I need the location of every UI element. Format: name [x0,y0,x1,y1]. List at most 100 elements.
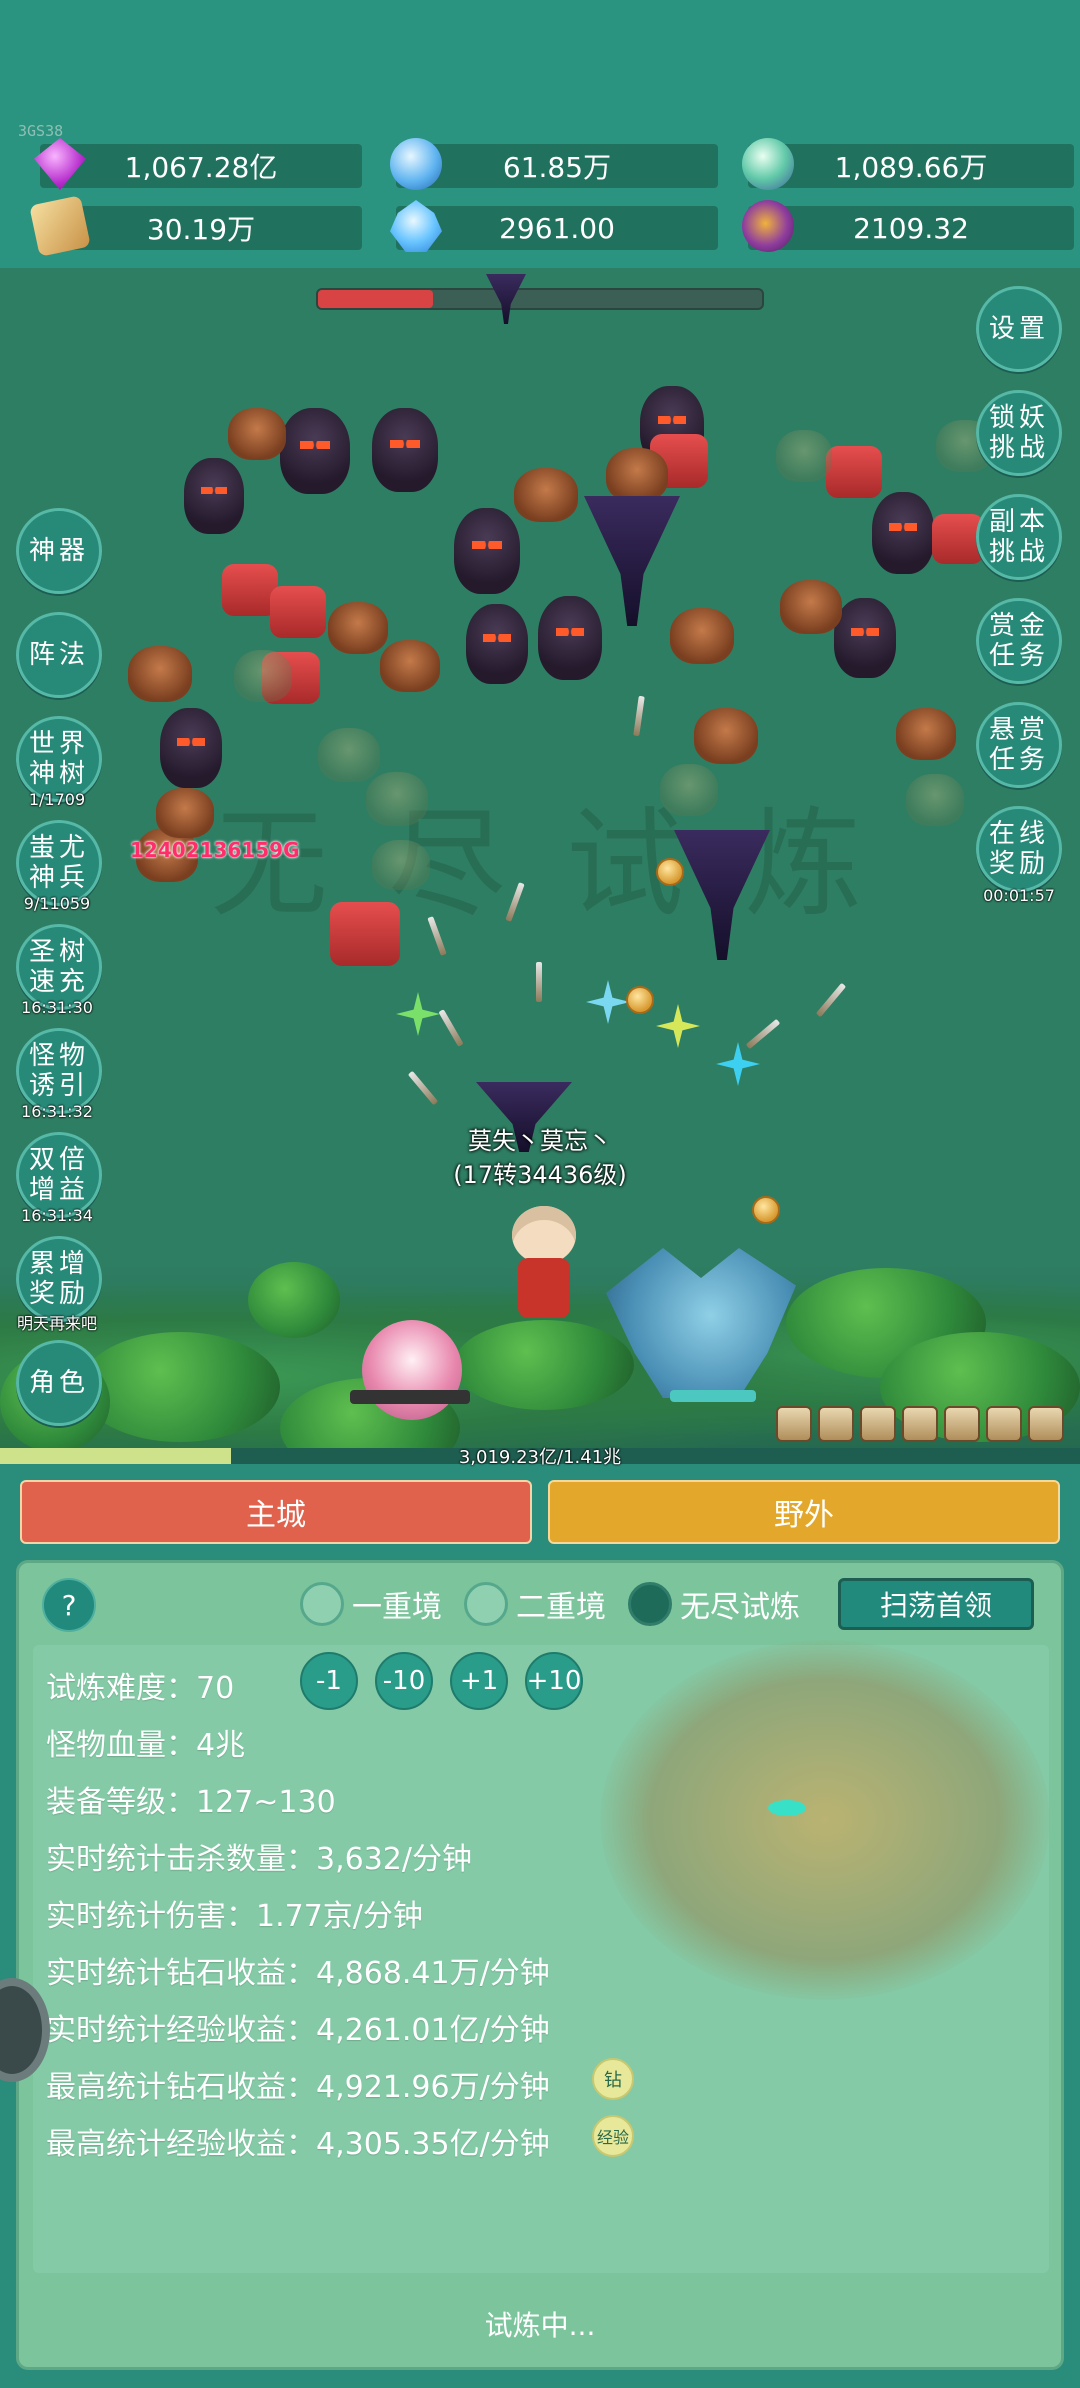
stat-damage-per-minute: 实时统计伤害：1.77京/分钟 [46,1899,423,1934]
stat-monster-hp: 怪物血量：4兆 [46,1728,246,1763]
dark-demon-monster [372,408,438,492]
difficulty-label: 试炼难度： [46,1671,196,1706]
hero-hp-bar [670,1390,756,1402]
exp-tag-badge[interactable]: 经验 [592,2115,634,2157]
exp-text: 3,019.23亿/1.41兆 [458,1447,622,1468]
difficulty-plus-1-button[interactable]: +1 [450,1652,508,1710]
red-block-monster [270,586,326,638]
ghost-monster [372,840,430,890]
difficulty-minus-1-button[interactable]: -1 [300,1652,358,1710]
dagger-projectile [438,1009,464,1047]
buff-icon[interactable] [986,1406,1022,1442]
resource-bag[interactable]: 2109.32 [742,200,1074,252]
beast-monster [780,580,842,634]
menu-character-button[interactable]: 角色 [16,1340,102,1426]
beast-monster [128,646,192,702]
shuriken-projectile [656,1004,700,1048]
ghost-monster [660,764,718,816]
tree-boost-timer: 16:31:30 [21,998,93,1017]
bunny-girl-pet [362,1320,462,1420]
tab-wilderness[interactable]: 野外 [548,1480,1060,1544]
shuriken-projectile [586,980,630,1024]
beast-monster [328,602,388,654]
ghost-monster [906,774,964,826]
mode-radio-first-realm[interactable]: 一重境 [300,1580,442,1628]
resource-value: 1,067.28亿 [124,151,278,184]
radio-dot-selected [628,1582,672,1626]
buff-icon[interactable] [1028,1406,1064,1442]
dark-demon-monster [834,598,896,678]
difficulty-minus-10-button[interactable]: -10 [375,1652,433,1710]
online-reward-button[interactable]: 在线奖励 [976,806,1062,892]
buff-icon[interactable] [944,1406,980,1442]
sweep-boss-button[interactable]: 扫荡首领 [838,1578,1034,1630]
tiger-illustration [600,1640,1050,2000]
coin-drop [752,1196,780,1224]
resource-crystal[interactable]: 61.85万 [390,138,718,190]
dark-demon-monster [160,708,222,788]
double-buff-timer: 16:31:34 [21,1206,93,1225]
hero-character [500,1206,590,1326]
damage-number: 12402136159G [130,838,300,862]
resource-scroll[interactable]: 30.19万 [29,195,362,257]
red-block-monster [330,902,400,966]
stat-exp-income: 实时统计经验收益：4,261.01亿/分钟 [46,2013,550,2048]
buff-icon[interactable] [818,1406,854,1442]
ghost-monster [318,728,380,782]
stat-equipment-level: 装备等级：127~130 [46,1785,336,1820]
dark-demon-monster [466,604,528,684]
dark-demon-monster [538,596,602,680]
resource-value: 30.19万 [146,213,256,246]
tiger-eye [768,1800,806,1816]
beast-monster [228,408,286,460]
stat-max-diamond-income: 最高统计钻石收益：4,921.96万/分钟 [46,2070,550,2105]
red-block-monster [826,446,882,498]
shuriken-projectile [716,1042,760,1086]
radio-label: 一重境 [352,1590,442,1625]
ghost-monster [366,772,428,826]
resource-orb[interactable]: 1,089.66万 [742,138,1074,190]
settings-button[interactable]: 设置 [976,286,1062,372]
bounty-gold-quest-button[interactable]: 赏金任务 [976,598,1062,684]
difficulty-value: 70 [196,1671,235,1706]
buff-icon-row [776,1406,1064,1442]
field-watermark: 无尽试炼 [210,795,923,933]
beast-monster [380,640,440,692]
dungeon-challenge-button[interactable]: 副本挑战 [976,494,1062,580]
stat-kills-per-minute: 实时统计击杀数量：3,632/分钟 [46,1842,472,1877]
crystal-icon [390,138,442,190]
demon-lock-challenge-button[interactable]: 锁妖挑战 [976,390,1062,476]
menu-formation-button[interactable]: 阵法 [16,612,102,698]
online-reward-timer: 00:01:57 [983,886,1055,905]
tab-main-city[interactable]: 主城 [20,1480,532,1544]
bush [248,1262,340,1338]
dark-demon-monster [280,408,350,494]
difficulty-plus-10-button[interactable]: +10 [525,1652,583,1710]
coin-drop [626,986,654,1014]
buff-icon[interactable] [902,1406,938,1442]
ghost-monster [234,650,292,702]
shuriken-projectile [396,992,440,1036]
resource-ice-crystal[interactable]: 2961.00 [390,200,718,252]
radio-dot [300,1582,344,1626]
resource-diamond[interactable]: 1,067.28亿 [34,138,362,190]
diamond-tag-badge[interactable]: 钻 [592,2058,634,2100]
orb-icon [742,138,794,190]
bag-icon [742,200,794,252]
wanted-quest-button[interactable]: 悬赏任务 [976,702,1062,788]
buff-icon[interactable] [860,1406,896,1442]
buff-icon[interactable] [776,1406,812,1442]
resource-value: 2961.00 [499,211,615,245]
help-button[interactable]: ? [42,1578,96,1632]
player-name-tag: 莫失丶莫忘丶 (17转34436级) [440,1124,640,1192]
mode-radio-endless-trial[interactable]: 无尽试炼 [628,1580,800,1628]
resource-header: 3GS38 1,067.28亿 61.85万 1,089.66万 30.19万 … [0,0,1080,268]
coin-drop [656,858,684,886]
beast-monster [694,708,758,764]
dark-demon-monster [872,492,934,574]
menu-artifact-button[interactable]: 神器 [16,508,102,594]
dagger-projectile [745,1018,781,1050]
pet-weapon [350,1390,470,1404]
mode-radio-second-realm[interactable]: 二重境 [464,1580,606,1628]
dagger-projectile [536,962,542,1002]
